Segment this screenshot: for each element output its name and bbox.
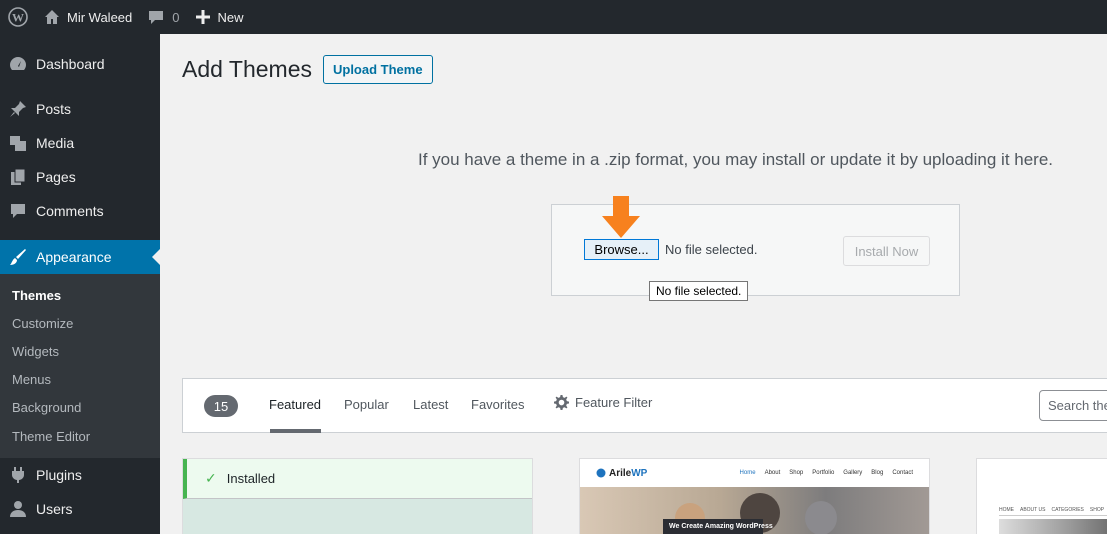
sidebar-item-pages[interactable]: Pages xyxy=(0,160,160,194)
gear-icon xyxy=(554,395,575,410)
tab-latest[interactable]: Latest xyxy=(413,397,448,412)
sidebar-item-label: Comments xyxy=(36,203,104,219)
sidebar-item-label: Posts xyxy=(36,101,72,117)
comments-link[interactable]: 0 xyxy=(140,0,187,34)
comments-count: 0 xyxy=(172,9,180,25)
comment-icon xyxy=(8,201,28,221)
feature-filter-button[interactable]: Feature Filter xyxy=(554,395,652,410)
theme-screenshot-banner: We Create Amazing WordPress xyxy=(663,519,773,534)
file-status-text: No file selected. xyxy=(665,242,758,257)
sidebar-item-label: Pages xyxy=(36,169,76,185)
comment-icon xyxy=(148,9,164,25)
submenu-item-menus[interactable]: Menus xyxy=(0,366,160,394)
sidebar-item-comments[interactable]: Comments xyxy=(0,194,160,228)
sidebar-item-label: Users xyxy=(36,501,73,518)
svg-text:W: W xyxy=(12,11,24,25)
brush-icon xyxy=(8,247,28,267)
theme-count-badge: 15 xyxy=(204,395,238,417)
site-name-link[interactable]: Mir Waleed xyxy=(36,0,140,34)
submenu-item-customize[interactable]: Customize xyxy=(0,309,160,337)
sidebar-item-posts[interactable]: Posts xyxy=(0,92,160,126)
submenu-item-background[interactable]: Background xyxy=(0,394,160,422)
theme-card-third[interactable]: HOME ABOUT US CATEGORIES SHOP xyxy=(976,458,1107,534)
arrow-down-icon xyxy=(602,196,640,245)
wordpress-logo-icon[interactable]: W xyxy=(0,0,36,34)
admin-sidebar: Dashboard Posts Media Pages Comments App… xyxy=(0,34,160,534)
tab-popular[interactable]: Popular xyxy=(344,397,389,412)
page-title: Add Themes xyxy=(182,56,312,82)
sidebar-item-label: Dashboard xyxy=(36,56,105,72)
file-tooltip: No file selected. xyxy=(649,281,749,301)
tab-favorites[interactable]: Favorites xyxy=(471,397,524,412)
arilewp-logo-icon xyxy=(596,468,606,478)
installed-notice: ✓ Installed xyxy=(183,459,532,499)
home-icon xyxy=(44,9,60,25)
plus-icon xyxy=(195,10,210,24)
sidebar-item-appearance[interactable]: Appearance xyxy=(0,240,160,274)
submenu-item-theme-editor[interactable]: Theme Editor xyxy=(0,422,160,450)
appearance-submenu: Themes Customize Widgets Menus Backgroun… xyxy=(0,274,160,459)
new-content-link[interactable]: New xyxy=(188,0,252,34)
sidebar-item-plugins[interactable]: Plugins xyxy=(0,458,160,492)
pages-icon xyxy=(8,167,28,187)
submenu-item-widgets[interactable]: Widgets xyxy=(0,337,160,365)
upload-help-text: If you have a theme in a .zip format, yo… xyxy=(418,150,1054,169)
sidebar-item-label: Appearance xyxy=(36,249,112,265)
feature-filter-label: Feature Filter xyxy=(575,395,653,410)
dashboard-icon xyxy=(8,54,28,74)
site-name: Mir Waleed xyxy=(67,9,133,25)
current-tab-indicator xyxy=(270,429,321,433)
theme-card-installed[interactable]: ✓ Installed xyxy=(182,458,533,534)
pin-icon xyxy=(8,99,28,119)
admin-bar: W Mir Waleed 0 New xyxy=(0,0,1107,34)
arilewp-nav: Home About Shop Portfolio Gallery Blog C… xyxy=(739,470,913,476)
sidebar-item-label: Plugins xyxy=(36,467,82,484)
theme-screenshot-image xyxy=(999,519,1107,534)
media-icon xyxy=(8,133,28,153)
theme-screenshot-nav: HOME ABOUT US CATEGORIES SHOP xyxy=(999,507,1105,513)
submenu-item-themes[interactable]: Themes xyxy=(0,281,160,309)
users-icon xyxy=(8,499,28,519)
page-header: Add Themes Upload Theme xyxy=(182,55,433,84)
installed-label: Installed xyxy=(226,471,276,486)
plugin-icon xyxy=(8,465,28,485)
theme-screenshot-header: ArileWP Home About Shop Portfolio Galler… xyxy=(580,459,929,487)
arilewp-logo: ArileWP xyxy=(609,467,648,479)
install-now-button[interactable]: Install Now xyxy=(843,236,930,266)
checkmark-icon: ✓ xyxy=(205,470,217,486)
new-label: New xyxy=(217,9,244,25)
theme-filter-bar: 15 Featured Popular Latest Favorites Fea… xyxy=(182,378,1107,433)
sidebar-item-users[interactable]: Users xyxy=(0,492,160,526)
theme-search-input[interactable]: Search themes... xyxy=(1039,390,1107,421)
divider xyxy=(999,515,1107,516)
upload-theme-button[interactable]: Upload Theme xyxy=(322,55,433,84)
sidebar-item-dashboard[interactable]: Dashboard xyxy=(0,47,160,81)
theme-card-arilewp[interactable]: ArileWP Home About Shop Portfolio Galler… xyxy=(579,458,930,534)
tab-featured[interactable]: Featured xyxy=(269,397,321,412)
sidebar-item-label: Media xyxy=(36,135,75,151)
sidebar-item-media[interactable]: Media xyxy=(0,126,160,160)
